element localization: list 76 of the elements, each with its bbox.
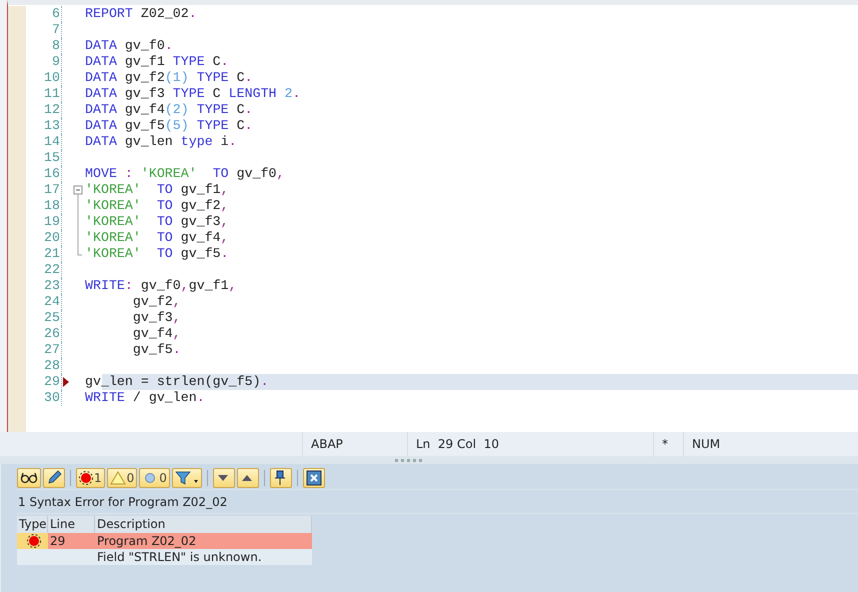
code-line: MOVE : 'KOREA' TO gv_f0, [85, 166, 285, 182]
down-button[interactable] [212, 468, 235, 488]
splitter-grip[interactable] [395, 458, 423, 462]
line-number: 17 [43, 182, 60, 198]
code-line: DATA gv_f1 TYPE C. [85, 54, 229, 70]
line-number: 30 [43, 390, 60, 406]
line-number: 7 [51, 22, 60, 38]
code-line: 'KOREA' TO gv_f5. [85, 246, 229, 262]
warning-filter-button[interactable]: 0 [106, 468, 138, 488]
code-line: DATA gv_f4(2) TYPE C. [85, 102, 253, 118]
code-line: WRITE: gv_f0,gv_f1, [85, 278, 237, 294]
line-number: 13 [43, 118, 60, 134]
line-number: 10 [43, 70, 60, 86]
pin-button[interactable] [270, 468, 292, 488]
code-line: gv_len = strlen(gv_f5). [85, 374, 269, 390]
filter-button[interactable] [172, 468, 202, 488]
column-header[interactable]: Type [17, 516, 48, 533]
code-line: REPORT Z02_02. [85, 6, 197, 22]
glasses-icon [20, 472, 38, 484]
line-number: 19 [43, 214, 60, 230]
code-line: 'KOREA' TO gv_f4, [85, 230, 229, 246]
up-button[interactable] [236, 468, 259, 488]
error-icon [79, 471, 93, 485]
line-number: 11 [43, 86, 60, 102]
warning-icon [110, 471, 126, 485]
close-button[interactable] [302, 468, 325, 488]
filter-icon [174, 470, 199, 486]
code-line: gv_f3, [132, 310, 181, 326]
message-title: 1 Syntax Error for Program Z02_02 [17, 490, 858, 514]
line-number: 27 [43, 342, 60, 358]
line-number: 25 [43, 310, 60, 326]
fold-end-line [77, 246, 83, 256]
line-number: 23 [43, 278, 60, 294]
code-line: WRITE / gv_len. [85, 390, 205, 406]
code-line: DATA gv_len type i. [85, 134, 237, 150]
code-line: 'KOREA' TO gv_f3, [85, 214, 229, 230]
line-number: 26 [43, 326, 60, 342]
down-icon [216, 473, 230, 483]
line-number: 24 [43, 294, 60, 310]
line-number: 12 [43, 102, 60, 118]
error-filter-button[interactable]: 1 [76, 468, 105, 488]
close-icon [306, 470, 322, 486]
code-line: DATA gv_f5(5) TYPE C. [85, 118, 253, 134]
error-icon [26, 534, 40, 548]
line-number: 21 [43, 246, 60, 262]
line-number: 28 [43, 358, 60, 374]
column-header[interactable]: Line [48, 516, 95, 533]
code-line: 'KOREA' TO gv_f1, [85, 182, 229, 198]
line-number: 16 [43, 166, 60, 182]
code-line: 'KOREA' TO gv_f2, [85, 198, 229, 214]
line-number: 15 [43, 150, 60, 166]
description-cell: Field "STRLEN" is unknown. [95, 549, 312, 565]
line-number: 14 [43, 134, 60, 150]
description-cell: Program Z02_02 [95, 533, 312, 549]
code-line: DATA gv_f3 TYPE C LENGTH 2. [85, 86, 300, 102]
line-number: 9 [51, 54, 60, 70]
line-number: 8 [51, 38, 60, 54]
pencil-icon [46, 470, 62, 486]
line-number: 20 [43, 230, 60, 246]
info-filter-button[interactable]: 0 [139, 468, 170, 488]
column-header[interactable]: Description [95, 516, 312, 533]
type-cell [17, 549, 48, 565]
up-icon [240, 473, 254, 483]
edit-button[interactable] [43, 468, 65, 488]
line-cell: 29 [48, 533, 95, 549]
line-number: 22 [43, 262, 60, 278]
code-line: gv_f5. [132, 342, 181, 358]
code-line: gv_f4, [132, 326, 181, 342]
code-line: gv_f2, [132, 294, 181, 310]
pin-icon [272, 470, 287, 486]
display-button[interactable] [17, 468, 41, 488]
code-line: DATA gv_f2(1) TYPE C. [85, 70, 253, 86]
line-number: 18 [43, 198, 60, 214]
code-line: DATA gv_f0. [85, 38, 173, 54]
line-number: 6 [51, 6, 60, 22]
line-number: 29 [43, 374, 60, 390]
